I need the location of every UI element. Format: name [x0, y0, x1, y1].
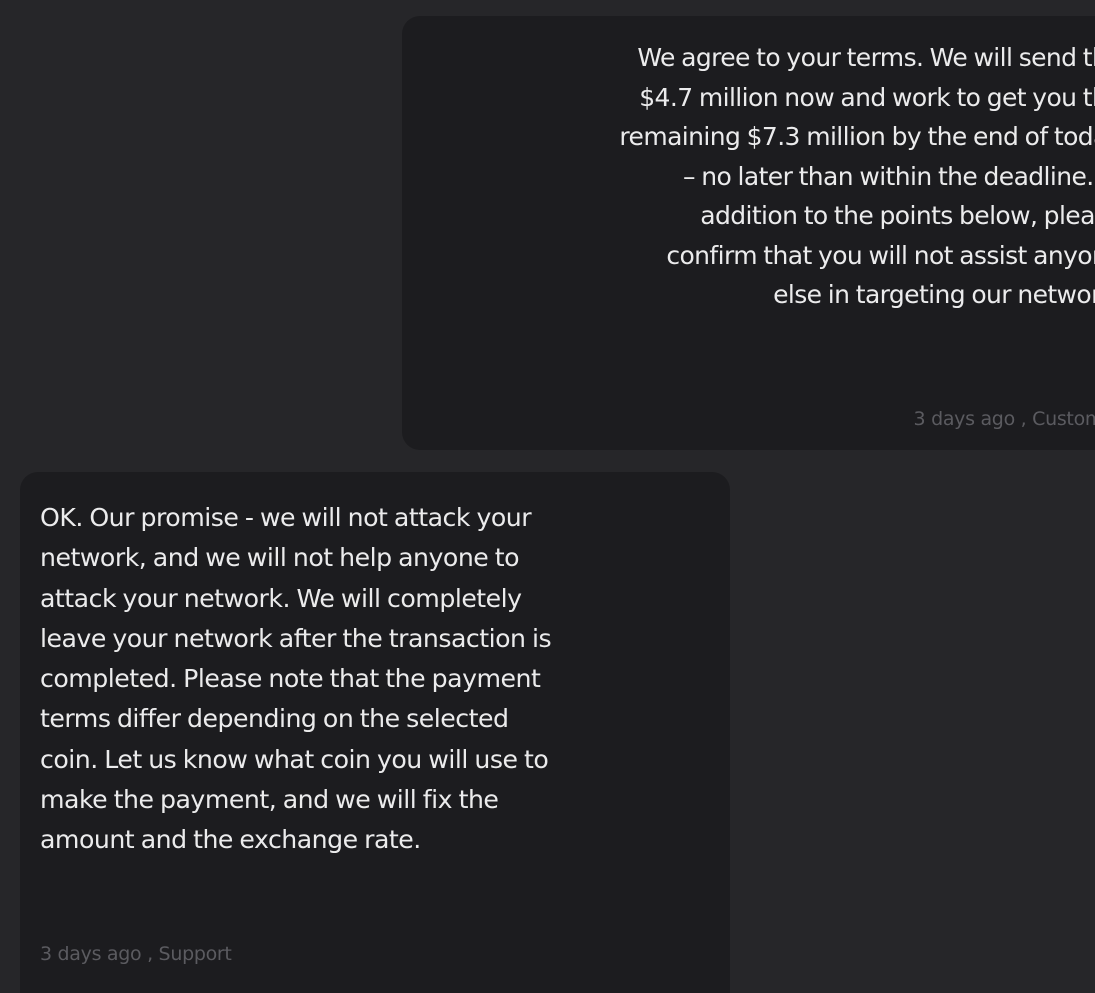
message-line: addition to the points below, please	[700, 201, 1095, 230]
support-message-timestamp: 3 days ago , Support	[40, 943, 232, 965]
message-line: – no later than within the deadline. In	[683, 161, 1095, 191]
message-line: else in targeting our network.	[773, 280, 1095, 309]
message-line: confirm that you will not assist anyone	[666, 240, 1095, 270]
message-line: leave your network after the transaction…	[40, 623, 552, 653]
chat-area: We agree to your terms. We will send the…	[0, 0, 1095, 993]
message-line: completed. Please note that the payment	[40, 664, 541, 694]
support-message-text: OK. Our promise - we will not attack you…	[40, 498, 720, 861]
message-line: We agree to your terms. We will send the	[637, 43, 1095, 72]
customer-message-bubble: We agree to your terms. We will send the…	[402, 16, 1095, 450]
message-line: OK. Our promise - we will not attack you…	[40, 503, 532, 532]
message-line: make the payment, and we will fix the	[40, 785, 499, 815]
message-line: network, and we will not help anyone to	[40, 543, 520, 573]
message-line: remaining $7.3 million by the end of tod…	[619, 122, 1095, 151]
message-line: coin. Let us know what coin you will use…	[40, 744, 549, 774]
message-line: attack your network. We will completely	[40, 583, 522, 613]
message-line: $4.7 million now and work to get you the	[639, 82, 1095, 112]
message-line: terms differ depending on the selected	[40, 704, 509, 734]
support-message-bubble: OK. Our promise - we will not attack you…	[20, 472, 730, 993]
customer-message-text: We agree to your terms. We will send the…	[442, 38, 1095, 315]
customer-message-timestamp: 3 days ago , Customer	[913, 408, 1095, 430]
message-line: amount and the exchange rate.	[40, 825, 421, 855]
